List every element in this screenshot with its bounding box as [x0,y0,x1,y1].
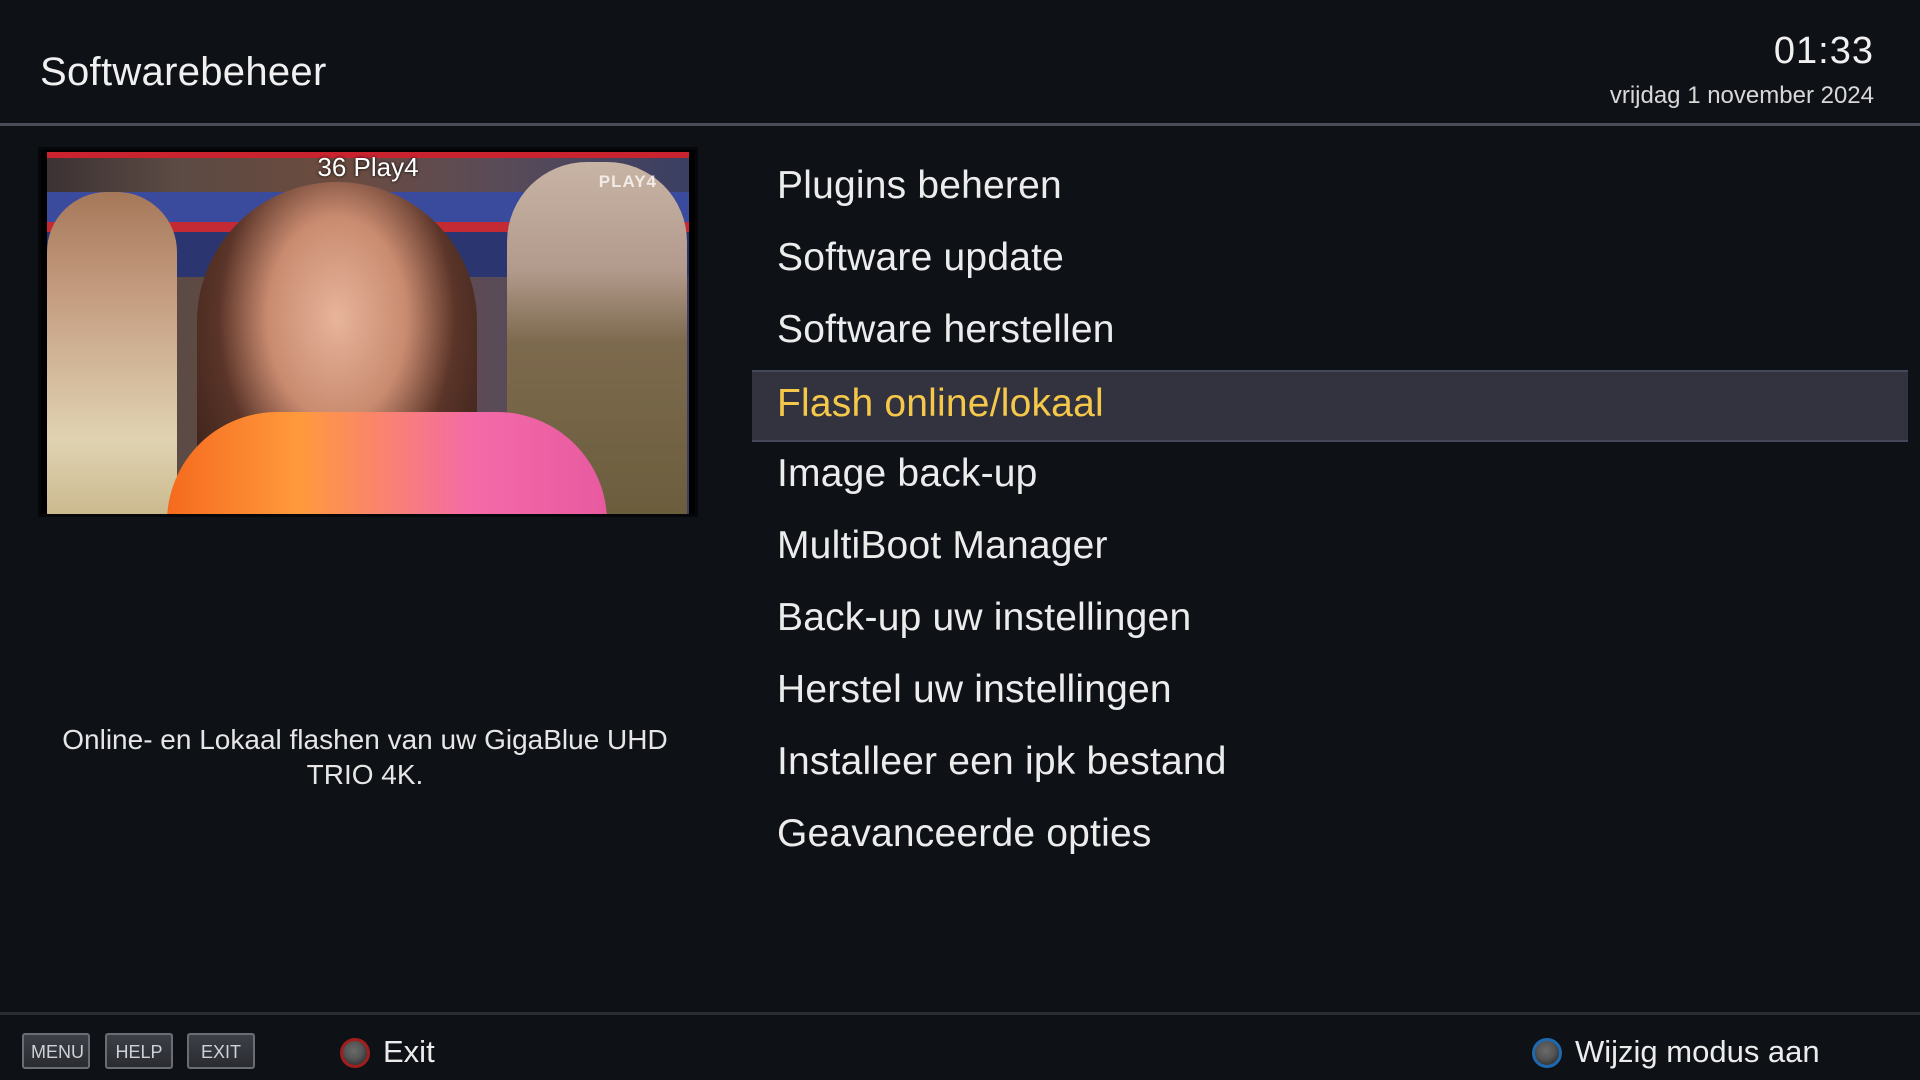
help-key-button[interactable]: HELP [105,1033,173,1069]
date: vrijdag 1 november 2024 [1609,82,1874,109]
clock: 01:33 [1773,30,1874,72]
menu-item-multiboot-manager[interactable]: MultiBoot Manager [752,514,1908,586]
page-title: Softwarebeheer [40,50,327,94]
item-description: Online- en Lokaal flashen van uw GigaBlu… [62,724,668,790]
menu-item-flash-online-local[interactable]: Flash online/lokaal [752,370,1908,442]
channel-label: 36 Play4 [317,152,419,182]
exit-key-button[interactable]: EXIT [187,1033,255,1069]
red-action-label[interactable]: Exit [383,1032,435,1072]
menu-item-backup-settings[interactable]: Back-up uw instellingen [752,586,1908,658]
preview-background-person-left [47,192,177,514]
tv-preview: 36 Play4 PLAY4 [38,147,698,517]
blue-action-label[interactable]: Wijzig modus aan [1575,1032,1820,1072]
menu-item-image-backup[interactable]: Image back-up [752,442,1908,514]
menu-item-restore-settings[interactable]: Herstel uw instellingen [752,658,1908,730]
red-button-icon[interactable] [340,1038,370,1068]
menu-item-advanced-options[interactable]: Geavanceerde opties [752,802,1908,874]
header: Softwarebeheer 01:33 vrijdag 1 november … [0,0,1920,126]
preview-video-frame [47,152,689,514]
menu-item-plugins[interactable]: Plugins beheren [752,154,1908,226]
menu-key-button[interactable]: MENU [22,1033,90,1069]
channel-logo: PLAY4 [598,172,657,191]
blue-button-icon[interactable] [1532,1038,1562,1068]
menu-item-install-ipk[interactable]: Installeer een ipk bestand [752,730,1908,802]
software-menu: Plugins beheren Software update Software… [752,154,1908,874]
menu-item-software-restore[interactable]: Software herstellen [752,298,1908,370]
menu-item-software-update[interactable]: Software update [752,226,1908,298]
preview-main-person-shirt [167,412,607,514]
software-manager-screen: Softwarebeheer 01:33 vrijdag 1 november … [0,0,1920,1080]
footer-bar: MENU HELP EXIT Exit Wijzig modus aan [0,1012,1920,1080]
